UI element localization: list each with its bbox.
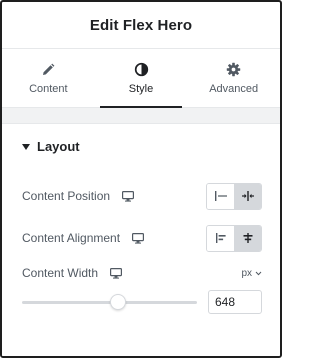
tab-style-label: Style <box>128 82 154 95</box>
contrast-icon <box>133 62 149 78</box>
tab-advanced-label: Advanced <box>209 82 259 95</box>
gear-icon <box>226 62 242 78</box>
unit-selector[interactable]: px <box>241 268 262 279</box>
position-start-button[interactable] <box>207 183 234 209</box>
desktop-icon[interactable] <box>132 232 145 244</box>
desktop-icon[interactable] <box>110 267 123 279</box>
panel-header: Edit Flex Hero <box>2 2 280 49</box>
tab-content[interactable]: Content <box>2 49 95 107</box>
content-width-input[interactable] <box>208 290 262 314</box>
caret-down-icon <box>22 143 30 150</box>
content-position-control: Content Position <box>22 182 262 210</box>
content-width-control: Content Width px <box>22 264 262 282</box>
section-divider <box>2 108 280 124</box>
align-left-icon <box>215 233 226 243</box>
position-center-button[interactable] <box>234 183 261 209</box>
content-position-options <box>206 182 262 210</box>
content-alignment-options <box>206 224 262 252</box>
chevron-down-icon <box>255 271 262 275</box>
tab-advanced[interactable]: Advanced <box>187 49 280 107</box>
content-alignment-control: Content Alignment <box>22 224 262 252</box>
tab-content-label: Content <box>29 82 68 95</box>
panel-title: Edit Flex Hero <box>89 16 193 34</box>
content-position-label: Content Position <box>22 189 111 203</box>
edit-panel: Edit Flex Hero Content Style Advanced La… <box>0 0 282 358</box>
content-width-label: Content Width <box>22 266 99 280</box>
tab-style[interactable]: Style <box>95 49 188 108</box>
align-middle-icon <box>243 233 253 243</box>
align-start-icon <box>214 191 227 201</box>
content-alignment-label: Content Alignment <box>22 231 121 245</box>
section-title: Layout <box>37 139 80 154</box>
alignment-center-button[interactable] <box>234 225 261 251</box>
section-layout-toggle[interactable]: Layout <box>2 124 280 169</box>
tab-bar: Content Style Advanced <box>2 49 280 108</box>
unit-label: px <box>241 267 252 279</box>
align-center-icon <box>242 191 254 201</box>
desktop-icon[interactable] <box>122 190 135 202</box>
pencil-icon <box>40 62 56 78</box>
slider-thumb[interactable] <box>110 294 127 310</box>
content-width-slider-row <box>22 290 262 314</box>
alignment-start-button[interactable] <box>207 225 234 251</box>
